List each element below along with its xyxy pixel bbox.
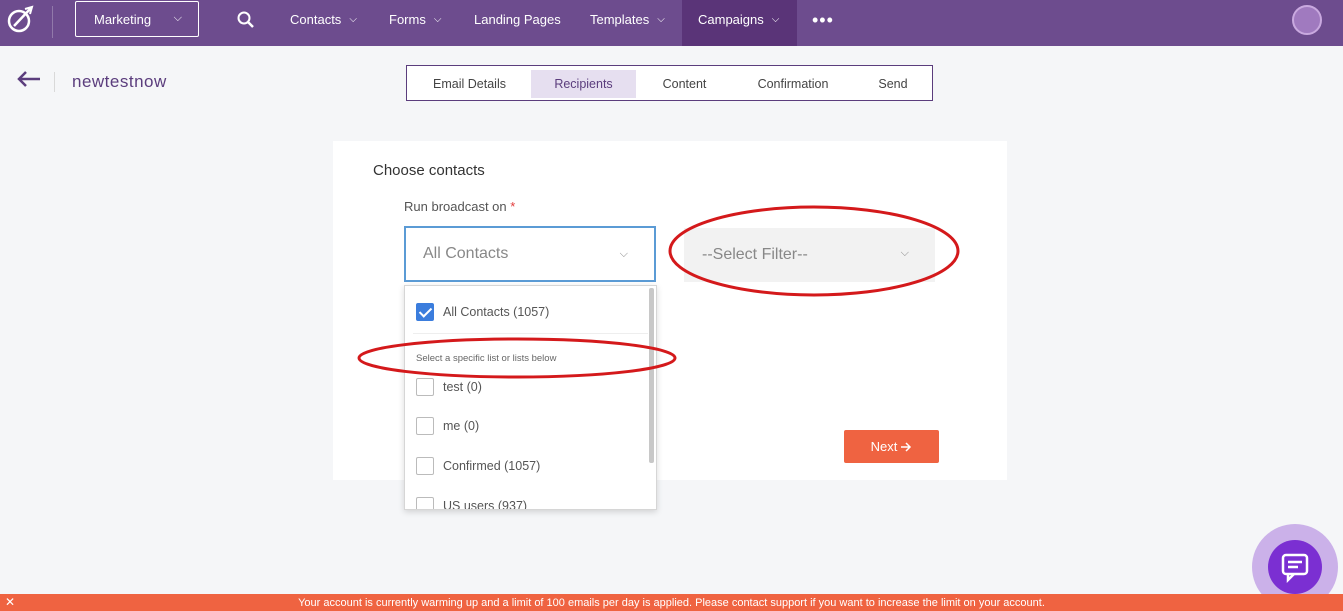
chevron-down-icon: ⌵ <box>173 12 182 24</box>
more-menu-icon[interactable]: ••• <box>812 10 834 31</box>
step-content[interactable]: Content <box>647 70 722 98</box>
nav-item-landing-pages[interactable]: Landing Pages <box>474 0 561 38</box>
scrollbar[interactable] <box>649 288 654 463</box>
nav-divider <box>52 6 53 38</box>
field-label: Run broadcast on * <box>404 199 515 214</box>
campaign-name: newtestnow <box>72 72 167 91</box>
checkbox[interactable] <box>416 378 434 396</box>
list-item-label: US users (937) <box>443 499 528 510</box>
checkbox[interactable] <box>416 497 434 509</box>
step-confirmation[interactable]: Confirmation <box>742 70 844 98</box>
step-send[interactable]: Send <box>862 70 924 98</box>
next-button[interactable]: Next <box>844 430 939 463</box>
brand-logo-icon[interactable] <box>5 5 35 35</box>
chevron-down-icon: ⌵ <box>771 13 780 25</box>
banner-message: Your account is currently warming up and… <box>298 596 1045 609</box>
warning-banner: ✕ Your account is currently warming up a… <box>0 594 1343 611</box>
chat-icon <box>1281 553 1309 584</box>
nav-item-label: Campaigns <box>698 11 764 27</box>
checkbox[interactable] <box>416 303 434 321</box>
nav-item-label: Contacts <box>290 11 342 27</box>
close-icon[interactable]: ✕ <box>5 595 15 609</box>
list-item-label: test (0) <box>443 380 482 394</box>
nav-item-contacts[interactable]: Contacts ⌵ <box>290 0 357 38</box>
field-label-text: Run broadcast on <box>404 199 507 214</box>
list-item[interactable]: All Contacts (1057) <box>416 303 549 321</box>
list-hint: Select a specific list or lists below <box>416 353 557 364</box>
nav-item-label: Templates <box>590 11 650 27</box>
list-item[interactable]: US users (937) <box>416 497 528 510</box>
header-divider <box>54 72 55 92</box>
contacts-select-value: All Contacts <box>423 245 509 262</box>
avatar[interactable] <box>1292 5 1322 35</box>
checkbox[interactable] <box>416 457 434 475</box>
required-mark: * <box>510 199 516 214</box>
arrow-right-icon <box>901 441 912 452</box>
nav-item-label: Landing Pages <box>474 11 561 27</box>
next-button-label: Next <box>870 439 898 454</box>
search-icon[interactable] <box>236 10 256 30</box>
nav-item-label: Forms <box>389 11 426 27</box>
list-item[interactable]: test (0) <box>416 378 482 396</box>
chevron-down-icon: ⌵ <box>657 13 665 25</box>
list-item-label: All Contacts (1057) <box>443 305 550 319</box>
list-item[interactable]: Confirmed (1057) <box>416 457 540 475</box>
nav-item-campaigns[interactable]: Campaigns ⌵ <box>682 0 797 46</box>
nav-item-forms[interactable]: Forms ⌵ <box>389 0 441 38</box>
filter-select[interactable]: --Select Filter-- ⌵ <box>684 228 935 282</box>
workspace-label: Marketing <box>94 11 152 27</box>
step-recipients[interactable]: Recipients <box>531 70 636 98</box>
filter-select-placeholder: --Select Filter-- <box>702 246 808 263</box>
checkbox[interactable] <box>416 417 434 435</box>
section-title: Choose contacts <box>373 162 485 179</box>
chevron-down-icon: ⌵ <box>900 247 909 259</box>
step-email-details[interactable]: Email Details <box>422 70 517 98</box>
nav-item-templates[interactable]: Templates ⌵ <box>590 0 665 38</box>
chevron-down-icon: ⌵ <box>349 13 357 25</box>
list-item-label: me (0) <box>443 419 480 433</box>
wizard-steps: Email Details Recipients Content Confirm… <box>406 65 933 101</box>
chat-button[interactable] <box>1268 540 1322 594</box>
workspace-select[interactable]: Marketing ⌵ <box>75 1 199 37</box>
list-item-label: Confirmed (1057) <box>443 459 541 473</box>
divider <box>413 333 648 334</box>
list-item[interactable]: me (0) <box>416 417 479 435</box>
chevron-down-icon: ⌵ <box>433 13 442 25</box>
contacts-dropdown: All Contacts (1057) Select a specific li… <box>404 285 657 510</box>
chevron-down-icon: ⌵ <box>619 248 628 260</box>
top-nav: Marketing ⌵ Contacts ⌵ Forms ⌵ Landing Pag… <box>0 0 1343 46</box>
back-arrow-icon[interactable] <box>16 68 42 90</box>
contacts-select[interactable]: All Contacts ⌵ <box>404 226 656 282</box>
